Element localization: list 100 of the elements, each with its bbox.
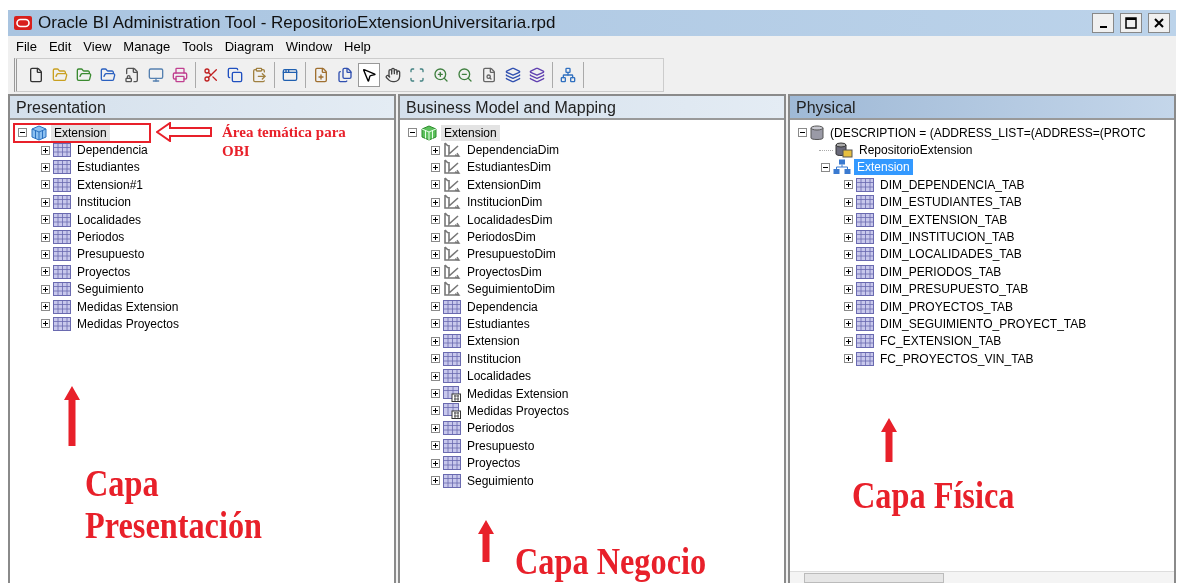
expand-toggle[interactable]: [431, 441, 440, 451]
tree-item[interactable]: Presupuesto: [464, 437, 538, 454]
tree-item[interactable]: Institucion: [74, 194, 135, 211]
expand-toggle[interactable]: [844, 249, 853, 259]
expand-toggle[interactable]: [844, 232, 853, 242]
tree-item[interactable]: DependenciaDim: [464, 142, 563, 159]
tree-item[interactable]: Estudiantes: [74, 159, 143, 176]
tree-item[interactable]: InstitucionDim: [464, 194, 546, 211]
expand-toggle[interactable]: [431, 371, 440, 381]
expand-toggle[interactable]: [844, 319, 853, 329]
tree-item[interactable]: Seguimiento: [464, 472, 537, 489]
menu-item[interactable]: File: [10, 38, 43, 54]
tree-item[interactable]: FC_EXTENSION_TAB: [877, 333, 1005, 350]
menu-item[interactable]: Window: [279, 38, 339, 54]
tree-item[interactable]: DIM_INSTITUCION_TAB: [877, 229, 1018, 246]
tree-item[interactable]: PeriodosDim: [464, 229, 539, 246]
tree-item[interactable]: Medidas Extension: [464, 385, 572, 402]
tree-item[interactable]: Extension: [464, 333, 523, 350]
menu-item[interactable]: Diagram: [218, 38, 280, 54]
expand-toggle[interactable]: [41, 162, 50, 172]
tree-item[interactable]: DIM_ESTUDIANTES_TAB: [877, 194, 1025, 211]
tree-item[interactable]: Estudiantes: [464, 316, 533, 332]
expand-toggle[interactable]: [844, 180, 853, 190]
expand-toggle[interactable]: [41, 249, 50, 259]
expand-toggle[interactable]: [41, 284, 50, 294]
collapse-toggle[interactable]: [18, 128, 27, 138]
expand-toggle[interactable]: [844, 302, 853, 312]
expand-toggle[interactable]: [844, 336, 853, 346]
tree-item[interactable]: Periodos: [74, 229, 128, 246]
tree-item[interactable]: DIM_PRESUPUESTO_TAB: [877, 281, 1032, 298]
expand-toggle[interactable]: [41, 197, 50, 207]
collapse-toggle[interactable]: [798, 128, 807, 138]
tree-item[interactable]: Localidades: [464, 368, 535, 385]
expand-toggle[interactable]: [431, 197, 440, 207]
expand-toggle[interactable]: [844, 354, 853, 364]
tree-item[interactable]: Extension#1: [74, 176, 147, 193]
menu-item[interactable]: Tools: [176, 38, 219, 54]
toolbar-button[interactable]: [358, 63, 380, 87]
expand-toggle[interactable]: [431, 232, 440, 242]
expand-toggle[interactable]: [431, 476, 440, 485]
expand-toggle[interactable]: [844, 197, 853, 207]
tree-item[interactable]: FC_PROYECTOS_VIN_TAB: [877, 350, 1037, 367]
expand-toggle[interactable]: [41, 319, 50, 329]
tree-item[interactable]: Proyectos: [74, 263, 134, 280]
expand-toggle[interactable]: [431, 423, 440, 433]
expand-toggle[interactable]: [431, 389, 440, 399]
tree-item[interactable]: Presupuesto: [74, 246, 148, 263]
expand-toggle[interactable]: [41, 232, 50, 242]
expand-toggle[interactable]: [431, 302, 440, 312]
expand-toggle[interactable]: [41, 180, 50, 190]
expand-toggle[interactable]: [41, 267, 50, 277]
minimize-button[interactable]: [1092, 13, 1114, 33]
expand-toggle[interactable]: [431, 284, 440, 294]
expand-toggle[interactable]: [431, 162, 440, 172]
collapse-toggle[interactable]: [821, 162, 830, 172]
close-button[interactable]: [1148, 13, 1170, 33]
menu-item[interactable]: Manage: [117, 38, 177, 54]
horizontal-scrollbar[interactable]: [790, 571, 1174, 583]
tree-item[interactable]: DIM_DEPENDENCIA_TAB: [877, 176, 1028, 193]
expand-toggle[interactable]: [431, 336, 440, 346]
tree-item[interactable]: Periodos: [464, 420, 518, 437]
menu-item[interactable]: View: [77, 38, 118, 54]
collapse-toggle[interactable]: [408, 128, 417, 138]
tree-item[interactable]: Medidas Extension: [74, 298, 182, 315]
expand-toggle[interactable]: [844, 215, 853, 225]
tree-item[interactable]: Medidas Proyectos: [74, 316, 183, 332]
expand-toggle[interactable]: [41, 145, 50, 155]
expand-toggle[interactable]: [431, 249, 440, 259]
tree-item[interactable]: (DESCRIPTION = (ADDRESS_LIST=(ADDRESS=(PROTC: [827, 124, 1149, 141]
tree-item[interactable]: DIM_SEGUIMIENTO_PROYECT_TAB: [877, 316, 1090, 332]
tree-item[interactable]: Localidades: [74, 211, 145, 228]
tree-item[interactable]: RepositorioExtension: [856, 142, 976, 159]
expand-toggle[interactable]: [41, 302, 50, 312]
expand-toggle[interactable]: [41, 215, 50, 225]
tree-item[interactable]: Extension: [441, 124, 500, 141]
tree-item[interactable]: Dependencia: [464, 298, 541, 315]
tree-item[interactable]: DIM_LOCALIDADES_TAB: [877, 246, 1025, 263]
tree-item[interactable]: LocalidadesDim: [464, 211, 556, 228]
menu-item[interactable]: Edit: [42, 38, 78, 54]
tree-item[interactable]: PresupuestoDim: [464, 246, 559, 263]
tree-item[interactable]: DIM_PROYECTOS_TAB: [877, 298, 1016, 315]
tree-item[interactable]: Proyectos: [464, 455, 524, 472]
tree-item[interactable]: Medidas Proyectos: [464, 402, 573, 419]
tree-item[interactable]: ProyectosDim: [464, 263, 545, 280]
expand-toggle[interactable]: [844, 267, 853, 277]
expand-toggle[interactable]: [431, 215, 440, 225]
tree-item[interactable]: DIM_PERIODOS_TAB: [877, 263, 1005, 280]
tree-item[interactable]: Institucion: [464, 350, 525, 367]
tree-item[interactable]: Seguimiento: [74, 281, 147, 298]
expand-toggle[interactable]: [431, 319, 440, 329]
expand-toggle[interactable]: [431, 406, 440, 416]
tree-item[interactable]: EstudiantesDim: [464, 159, 555, 176]
expand-toggle[interactable]: [431, 354, 440, 364]
tree-item[interactable]: DIM_EXTENSION_TAB: [877, 211, 1011, 228]
expand-toggle[interactable]: [431, 458, 440, 468]
tree-item[interactable]: Dependencia: [74, 142, 151, 159]
maximize-button[interactable]: [1120, 13, 1142, 33]
expand-toggle[interactable]: [431, 180, 440, 190]
tree-item[interactable]: ExtensionDim: [464, 176, 545, 193]
expand-toggle[interactable]: [431, 267, 440, 277]
